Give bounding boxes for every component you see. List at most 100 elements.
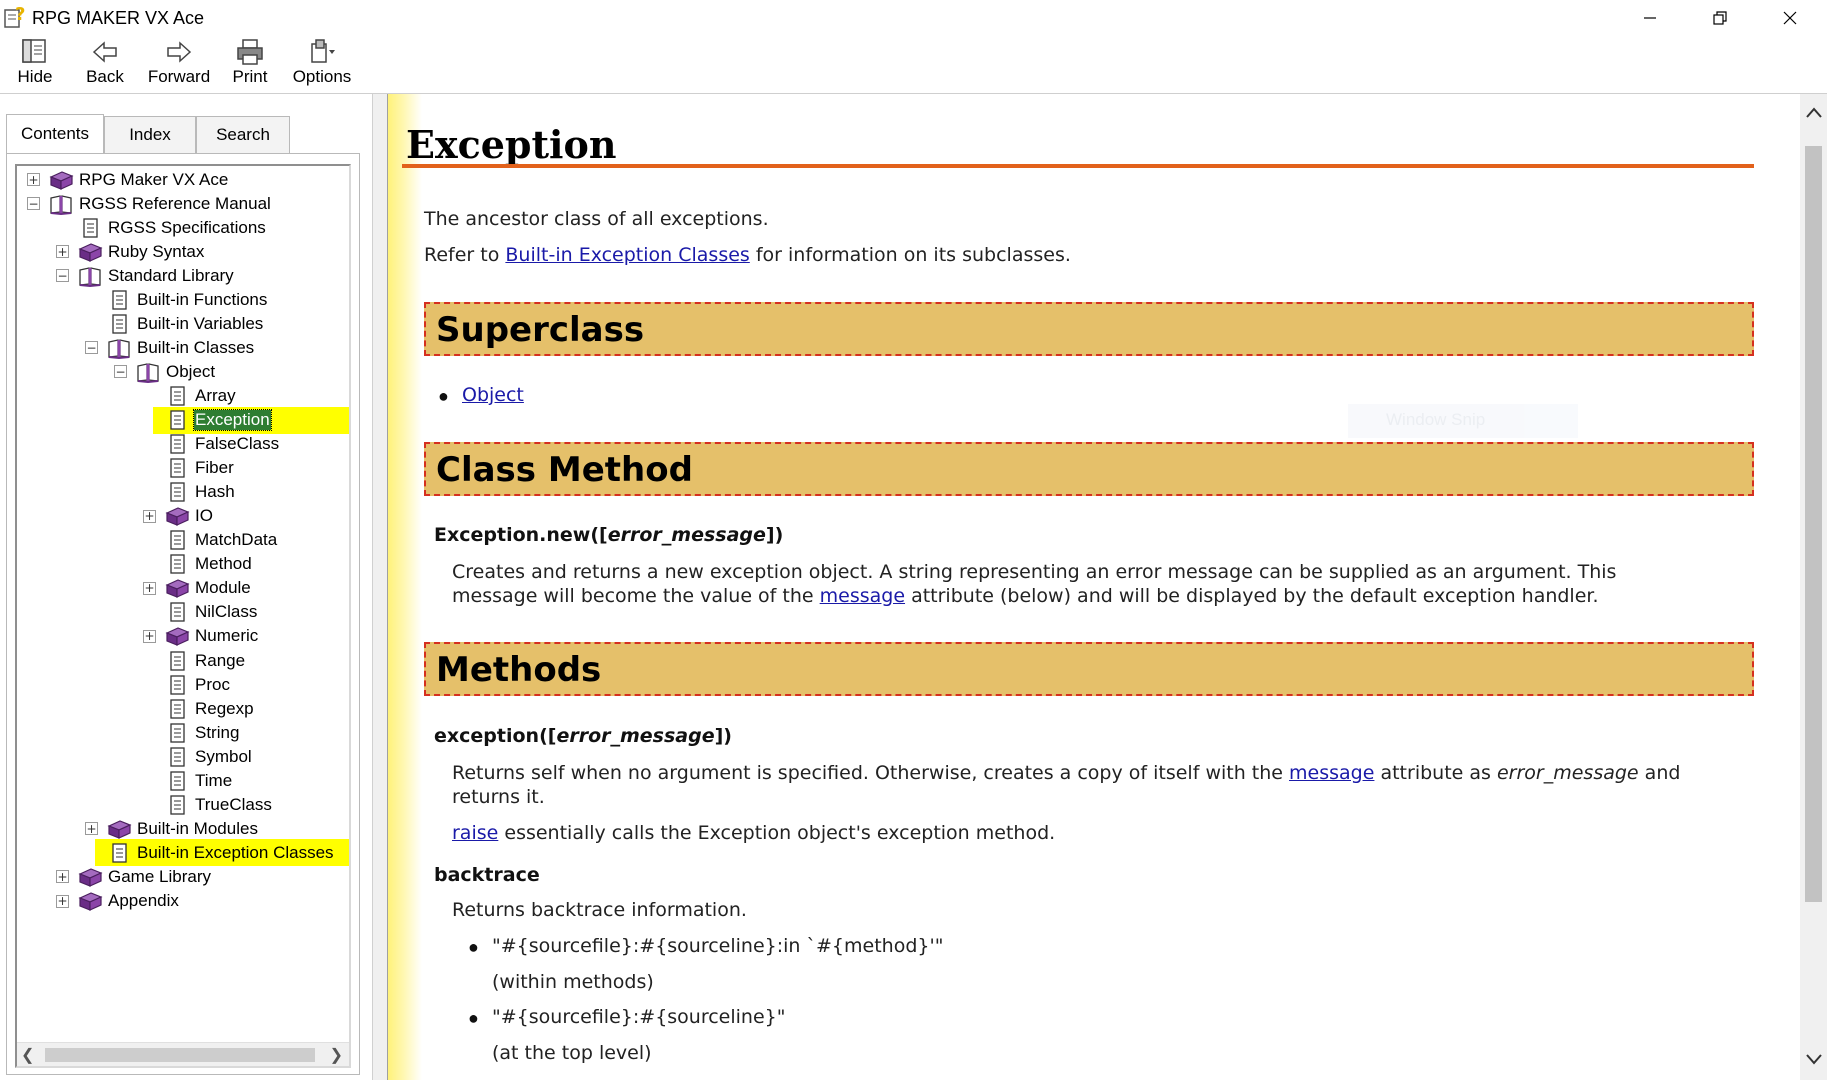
vertical-scroll-thumb[interactable]	[1805, 146, 1822, 902]
message-link[interactable]: message	[820, 585, 905, 607]
tree-item-method[interactable]: Method	[143, 553, 253, 576]
expand-icon[interactable]: +	[85, 822, 98, 836]
tree-item-label: Time	[195, 770, 233, 790]
expand-icon[interactable]: +	[143, 581, 156, 595]
tree-item-ruby-syntax[interactable]: + Ruby Syntax	[56, 240, 205, 263]
page-icon	[77, 217, 103, 239]
collapse-icon[interactable]: −	[85, 341, 98, 355]
tree-item-rgss-specifications[interactable]: RGSS Specifications	[56, 216, 267, 239]
tree-item-built-in-modules[interactable]: + Built-in Modules	[85, 817, 259, 840]
scroll-right-icon[interactable]: ❯	[330, 1045, 343, 1065]
object-link[interactable]: Object	[462, 384, 524, 406]
expand-icon[interactable]: +	[56, 894, 69, 908]
tree-item-rgss-reference-manual[interactable]: − RGSS Reference Manual	[27, 192, 272, 215]
tree-item-game-library[interactable]: + Game Library	[56, 865, 212, 888]
hide-button[interactable]: Hide	[14, 38, 56, 92]
tree-item-built-in-functions[interactable]: Built-in Functions	[85, 288, 268, 311]
close-button[interactable]	[1755, 0, 1825, 36]
options-button[interactable]: Options	[290, 38, 354, 92]
back-button[interactable]: Back	[84, 38, 126, 92]
print-button[interactable]: Print	[228, 38, 272, 92]
tree-item-hash[interactable]: Hash	[143, 481, 236, 504]
message-link[interactable]: message	[1289, 762, 1374, 784]
expand-icon[interactable]: +	[143, 629, 156, 643]
scroll-left-icon[interactable]: ❮	[21, 1045, 34, 1065]
forward-button[interactable]: Forward	[146, 38, 212, 92]
tree-item-rpg-maker-vx-ace[interactable]: + RPG Maker VX Ace	[27, 168, 229, 191]
tree-item-falseclass[interactable]: FalseClass	[143, 433, 280, 456]
tree-item-regexp[interactable]: Regexp	[143, 697, 255, 720]
tree-item-string[interactable]: String	[143, 721, 240, 744]
book-open-icon	[48, 193, 74, 215]
tree-nodes: + RPG Maker VX Ace − RGSS Reference Manual R…	[17, 166, 349, 1022]
exception-method-desc-line1: Returns self when no argument is specifi…	[452, 762, 1681, 784]
tab-search[interactable]: Search	[196, 116, 290, 154]
scroll-down-icon[interactable]	[1805, 1052, 1823, 1066]
tree-item-fiber[interactable]: Fiber	[143, 457, 235, 480]
tree-item-proc[interactable]: Proc	[143, 673, 231, 696]
tree-item-standard-library[interactable]: − Standard Library	[56, 264, 235, 287]
tree-item-object[interactable]: − Object	[114, 360, 216, 383]
minimize-button[interactable]	[1615, 0, 1685, 36]
tree-item-label: Built-in Variables	[137, 313, 264, 333]
svg-text:?: ?	[15, 4, 25, 25]
expand-icon[interactable]: +	[143, 509, 156, 523]
page-icon	[164, 481, 190, 503]
tree-item-built-in-variables[interactable]: Built-in Variables	[85, 312, 264, 335]
built-in-exception-classes-link[interactable]: Built-in Exception Classes	[505, 244, 749, 266]
restore-button[interactable]	[1685, 0, 1755, 36]
page-icon	[164, 674, 190, 696]
tree-item-label: Range	[195, 650, 246, 670]
options-icon	[311, 39, 335, 63]
bullet-icon: ●	[438, 386, 449, 406]
tree-item-symbol[interactable]: Symbol	[143, 745, 253, 768]
collapse-icon[interactable]: −	[114, 365, 127, 379]
tree-item-matchdata[interactable]: MatchData	[143, 529, 278, 552]
book-open-icon	[106, 337, 132, 359]
tree-item-built-in-exception-classes[interactable]: Built-in Exception Classes	[85, 841, 335, 864]
page-icon	[106, 289, 132, 311]
tree-item-io[interactable]: + IO	[143, 505, 214, 528]
toolbar: Hide Back Forward Print Options	[0, 36, 1827, 94]
tree-item-numeric[interactable]: + Numeric	[143, 625, 259, 648]
collapse-icon[interactable]: −	[27, 197, 40, 211]
tree-item-array[interactable]: Array	[143, 384, 237, 407]
hide-label: Hide	[17, 67, 53, 86]
superclass-section-header: Superclass	[424, 302, 1754, 356]
raise-link[interactable]: raise	[452, 822, 498, 844]
restore-icon	[1713, 11, 1727, 25]
expand-icon[interactable]: +	[56, 245, 69, 259]
tree-item-appendix[interactable]: + Appendix	[56, 890, 180, 913]
tab-contents[interactable]: Contents	[6, 114, 104, 154]
page-icon	[164, 529, 190, 551]
tree-item-built-in-classes[interactable]: − Built-in Classes	[85, 336, 255, 359]
tree-item-exception[interactable]: Exception	[143, 409, 272, 432]
scroll-up-icon[interactable]	[1805, 106, 1823, 120]
tree-item-nilclass[interactable]: NilClass	[143, 601, 258, 624]
tree-item-label: Regexp	[195, 698, 254, 718]
tree-item-trueclass[interactable]: TrueClass	[143, 793, 273, 816]
horizontal-scrollbar[interactable]: ❮ ❯	[17, 1042, 349, 1066]
backtrace-format-2: "#{sourcefile}:#{sourceline}"	[492, 1006, 786, 1028]
collapse-icon[interactable]: −	[56, 269, 69, 283]
vertical-scrollbar[interactable]	[1800, 94, 1827, 1080]
book-closed-icon	[48, 169, 74, 191]
tree-item-time[interactable]: Time	[143, 769, 233, 792]
tab-index[interactable]: Index	[104, 116, 196, 154]
expand-icon[interactable]: +	[27, 173, 40, 186]
book-closed-icon	[77, 866, 103, 888]
expand-icon[interactable]: +	[56, 870, 69, 884]
tree-item-label: Game Library	[108, 866, 211, 886]
horizontal-scroll-thumb[interactable]	[45, 1048, 315, 1062]
tree-item-range[interactable]: Range	[143, 649, 246, 672]
back-label: Back	[86, 67, 124, 86]
page-icon	[164, 698, 190, 720]
tree-item-module[interactable]: + Module	[143, 577, 252, 600]
pane-splitter[interactable]	[372, 94, 388, 1080]
